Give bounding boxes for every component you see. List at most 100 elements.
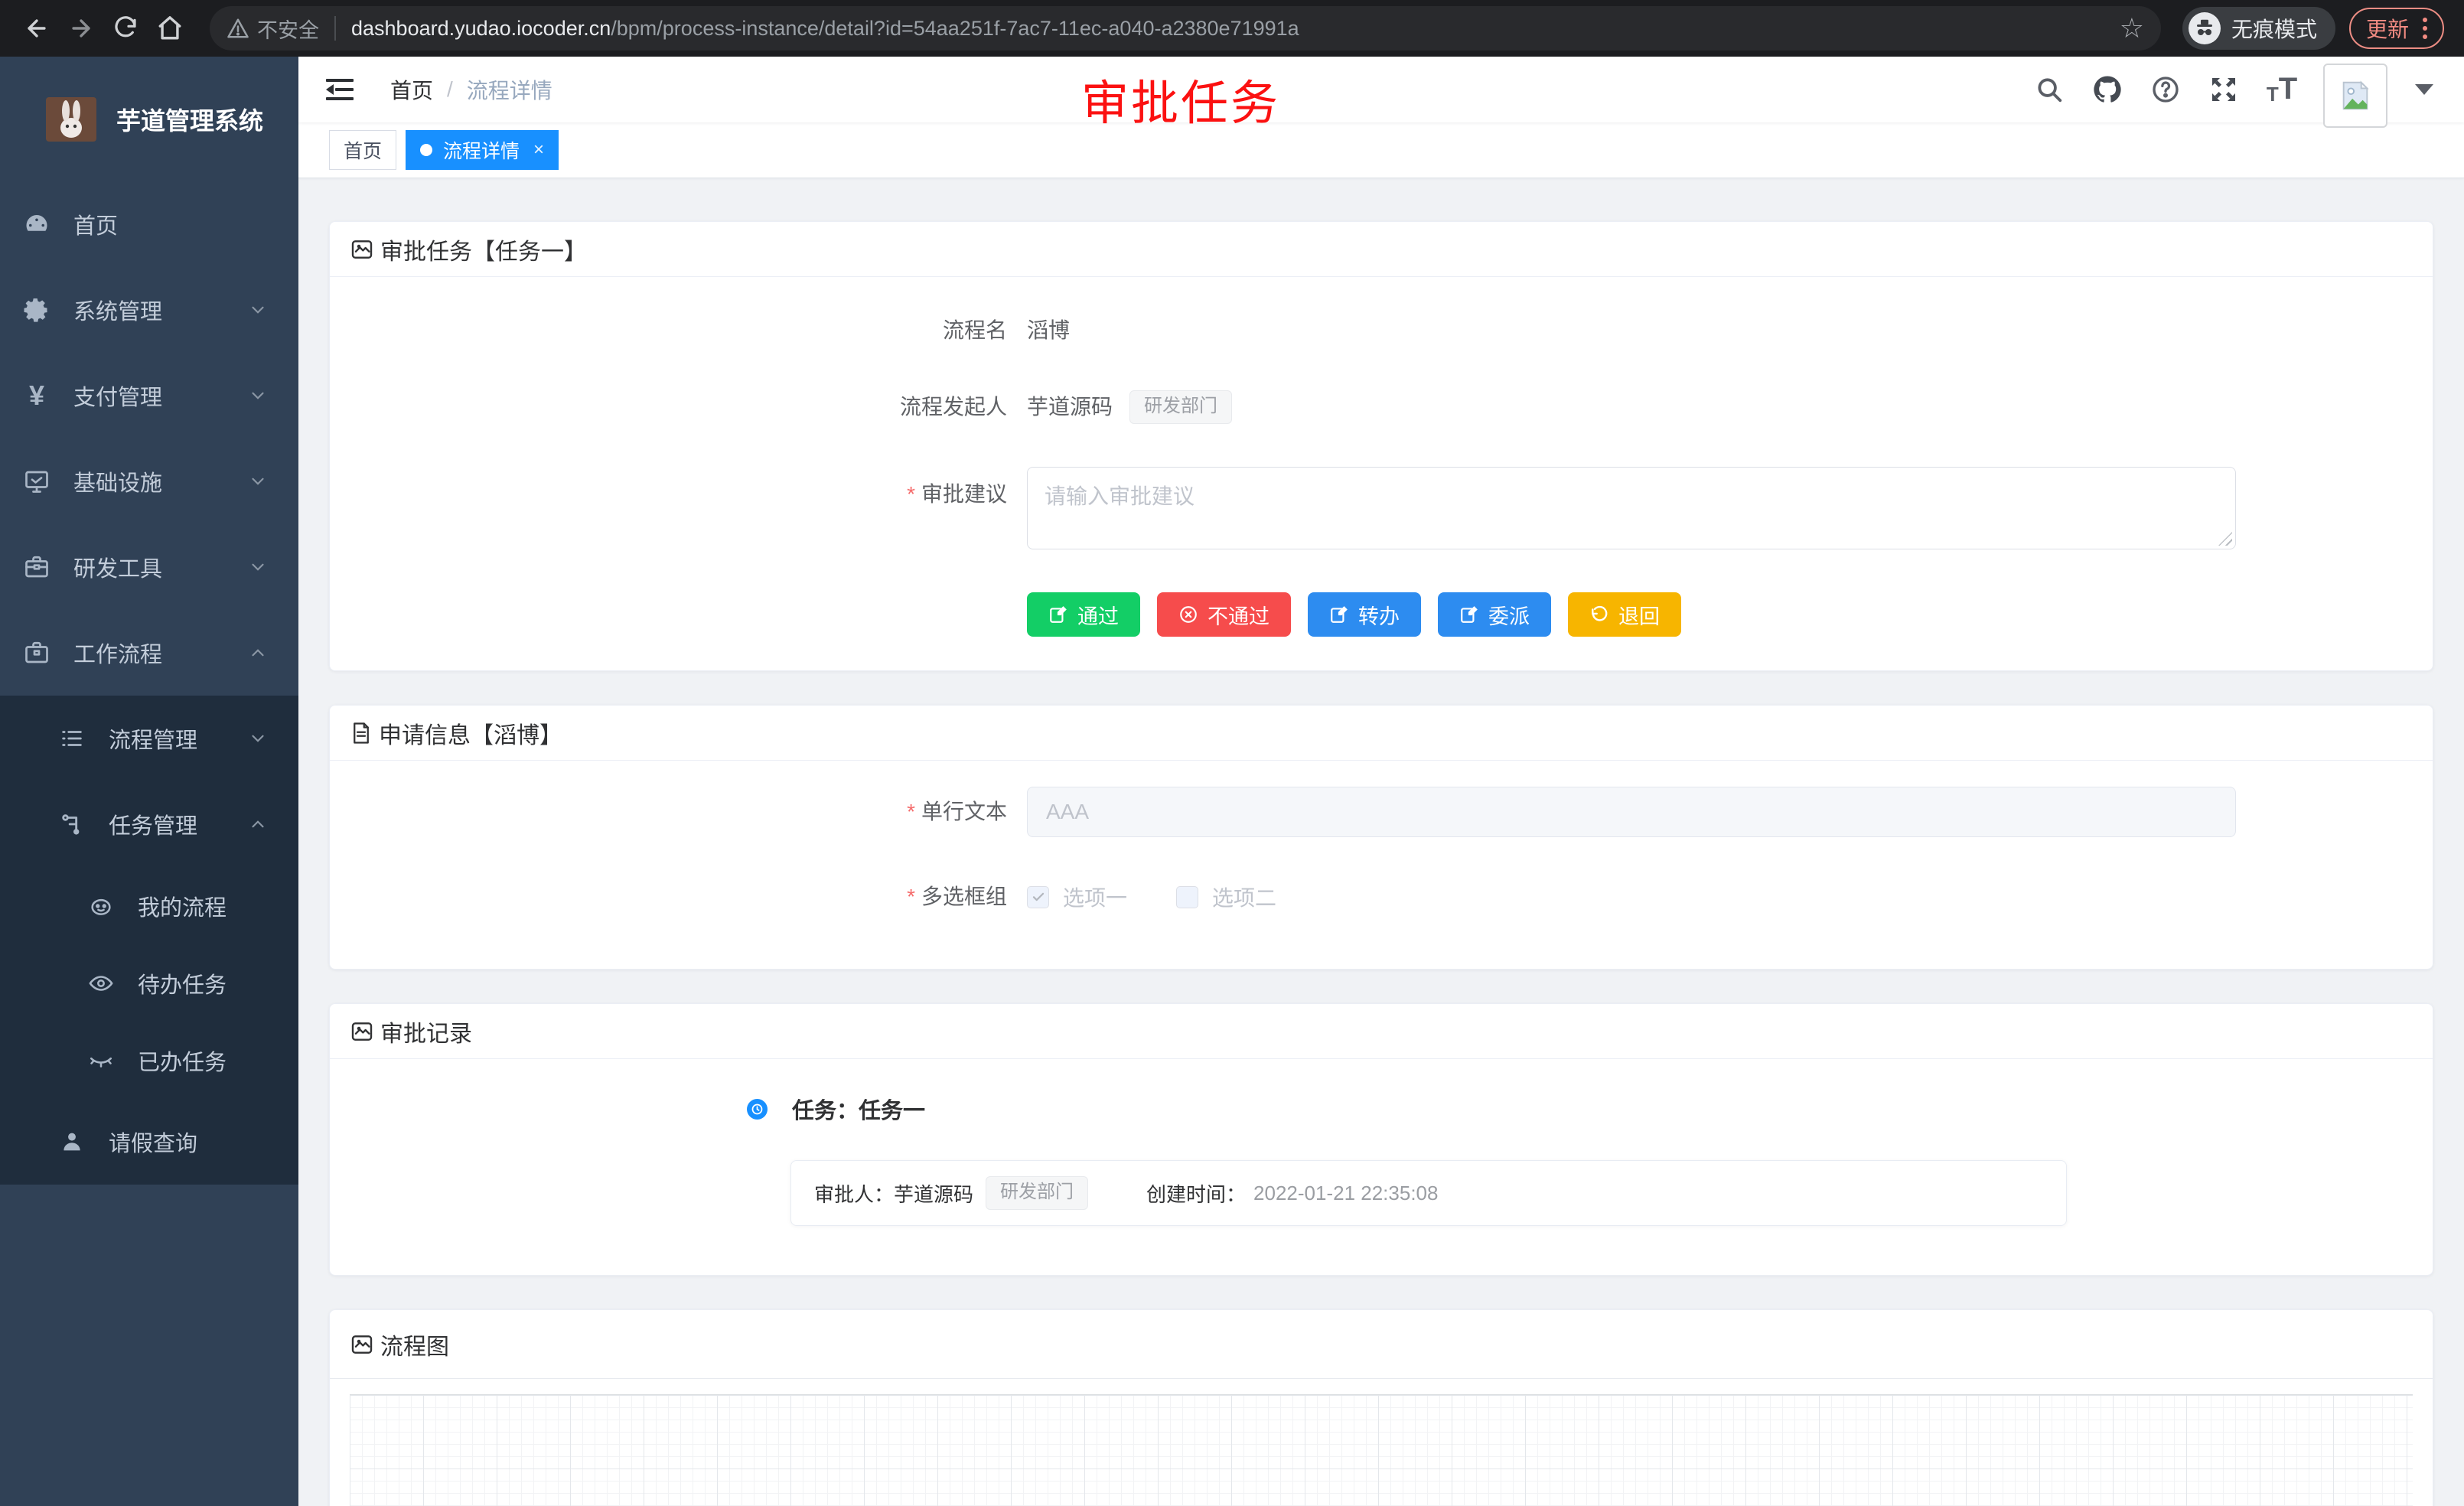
- font-size-icon[interactable]: TT: [2265, 73, 2299, 106]
- app-logo[interactable]: 芋道管理系统: [0, 57, 298, 181]
- github-icon[interactable]: [2091, 73, 2124, 106]
- tab-process-detail[interactable]: 流程详情: [406, 130, 559, 170]
- app-title: 芋道管理系统: [116, 102, 263, 137]
- url-text[interactable]: dashboard.yudao.iocoder.cn/bpm/process-i…: [351, 17, 1299, 41]
- breadcrumb: 首页 / 流程详情: [390, 74, 552, 105]
- robot-face-icon: [87, 892, 115, 920]
- incognito-badge: 无痕模式: [2182, 7, 2335, 50]
- search-icon[interactable]: [2032, 73, 2066, 106]
- approver-label: 审批人：: [814, 1179, 894, 1208]
- approver-name: 芋道源码: [894, 1179, 973, 1208]
- browser-menu-icon[interactable]: [2423, 18, 2427, 39]
- tab-label: 流程详情: [443, 136, 520, 164]
- sidebar-item-label: 任务管理: [109, 808, 197, 840]
- sidebar-item-devtools[interactable]: 研发工具: [0, 524, 298, 610]
- picture-icon: [350, 1332, 374, 1357]
- avatar[interactable]: [2323, 64, 2387, 128]
- document-icon: [350, 722, 373, 745]
- help-icon[interactable]: [2149, 73, 2182, 106]
- delegate-button[interactable]: 委派: [1438, 592, 1551, 637]
- page-content: 审批任务【任务一】 流程名 滔博 流程发起人 芋道源码 研发部门: [298, 178, 2464, 1506]
- sidebar-item-my-process[interactable]: 我的流程: [0, 867, 298, 944]
- chevron-down-icon: [248, 557, 268, 577]
- sidebar-item-label: 流程管理: [109, 722, 197, 755]
- bpmn-canvas[interactable]: [350, 1394, 2413, 1506]
- incognito-label: 无痕模式: [2231, 13, 2317, 44]
- sidebar-item-leave-query[interactable]: 请假查询: [0, 1099, 298, 1185]
- eye-icon: [87, 970, 115, 997]
- reload-icon[interactable]: [109, 11, 142, 45]
- browser-toolbar: 不安全 dashboard.yudao.iocoder.cn/bpm/proce…: [0, 0, 2464, 57]
- browser-update-button[interactable]: 更新: [2349, 8, 2444, 49]
- textarea-placeholder: 请输入审批建议: [1045, 484, 1195, 508]
- fullscreen-icon[interactable]: [2207, 73, 2241, 106]
- card-title-row: 申请信息【滔博】: [350, 716, 562, 750]
- return-button[interactable]: 退回: [1568, 592, 1681, 637]
- edit-icon: [1459, 605, 1479, 624]
- url-domain: dashboard.yudao.iocoder.cn: [351, 17, 611, 40]
- chevron-up-icon: [248, 814, 268, 834]
- sidebar-item-task-management[interactable]: 任务管理: [0, 781, 298, 867]
- breadcrumb-home[interactable]: 首页: [390, 74, 433, 105]
- sidebar-item-home[interactable]: 首页: [0, 181, 298, 267]
- avatar-caret-icon[interactable]: [2415, 84, 2433, 95]
- field-label: 流程发起人: [350, 390, 1007, 424]
- sidebar-item-label: 研发工具: [73, 551, 162, 583]
- bookmark-star-icon[interactable]: ☆: [2120, 15, 2144, 42]
- briefcase-icon: [23, 639, 51, 667]
- refresh-left-icon: [1589, 605, 1609, 624]
- card-title-row: 审批记录: [350, 1015, 472, 1048]
- security-chip[interactable]: 不安全: [227, 14, 319, 44]
- card-title: 审批任务【任务一】: [380, 233, 587, 266]
- field-label: 单行文本: [350, 795, 1007, 829]
- checkbox-label: 选项一: [1063, 882, 1127, 912]
- sidebar-item-label: 工作流程: [73, 637, 162, 669]
- field-label: 多选框组: [350, 880, 1007, 914]
- tab-close-icon[interactable]: [533, 139, 544, 161]
- sidebar-item-todo-tasks[interactable]: 待办任务: [0, 944, 298, 1022]
- gear-icon: [23, 296, 51, 324]
- resize-grip-icon[interactable]: [2218, 532, 2232, 546]
- sidebar-item-done-tasks[interactable]: 已办任务: [0, 1022, 298, 1099]
- incognito-icon: [2189, 12, 2221, 44]
- sidebar-item-label: 已办任务: [138, 1045, 227, 1077]
- home-icon[interactable]: [153, 11, 187, 45]
- sidebar-item-payment[interactable]: 支付管理: [0, 353, 298, 438]
- update-label: 更新: [2366, 13, 2409, 44]
- sidebar-item-system[interactable]: 系统管理: [0, 267, 298, 353]
- chevron-down-icon: [248, 300, 268, 320]
- sidebar-item-label: 支付管理: [73, 380, 162, 412]
- address-bar[interactable]: 不安全 dashboard.yudao.iocoder.cn/bpm/proce…: [210, 6, 2161, 51]
- created-label: 创建时间：: [1146, 1179, 1246, 1208]
- sidebar-item-infrastructure[interactable]: 基础设施: [0, 438, 298, 524]
- sidebar-collapse-icon[interactable]: [324, 76, 355, 103]
- forward-icon[interactable]: [64, 11, 98, 45]
- sidebar-item-label: 我的流程: [138, 890, 227, 922]
- checkbox-unchecked-icon: [1176, 886, 1198, 908]
- clock-icon: [747, 1099, 768, 1120]
- tab-home[interactable]: 首页: [329, 130, 396, 170]
- eye-closed-icon: [87, 1047, 115, 1074]
- approve-button[interactable]: 通过: [1027, 592, 1140, 637]
- initiator-value: 芋道源码: [1027, 390, 1113, 424]
- tab-label: 首页: [344, 136, 382, 164]
- process-diagram-card: 流程图: [329, 1309, 2433, 1506]
- checkbox-label: 选项二: [1212, 882, 1276, 912]
- sidebar-item-process-management[interactable]: 流程管理: [0, 696, 298, 781]
- request-info-card: 申请信息【滔博】 单行文本 AAA 多选框组: [329, 705, 2433, 970]
- breadcrumb-separator: /: [447, 77, 453, 102]
- approval-opinion-textarea[interactable]: 请输入审批建议: [1027, 467, 2236, 549]
- reject-button[interactable]: 不通过: [1157, 592, 1291, 637]
- chevron-up-icon: [248, 643, 268, 663]
- back-icon[interactable]: [20, 11, 54, 45]
- sidebar-item-workflow[interactable]: 工作流程: [0, 610, 298, 696]
- card-title: 流程图: [380, 1328, 449, 1361]
- process-name-value: 滔博: [1027, 314, 1070, 347]
- chevron-down-icon: [248, 471, 268, 491]
- sidebar-item-label: 请假查询: [109, 1126, 197, 1158]
- sidebar-item-label: 系统管理: [73, 294, 162, 326]
- top-navbar: 首页 / 流程详情 审批任务 TT: [298, 57, 2464, 122]
- circle-close-icon: [1178, 605, 1198, 624]
- transfer-button[interactable]: 转办: [1308, 592, 1421, 637]
- user-icon: [58, 1128, 86, 1156]
